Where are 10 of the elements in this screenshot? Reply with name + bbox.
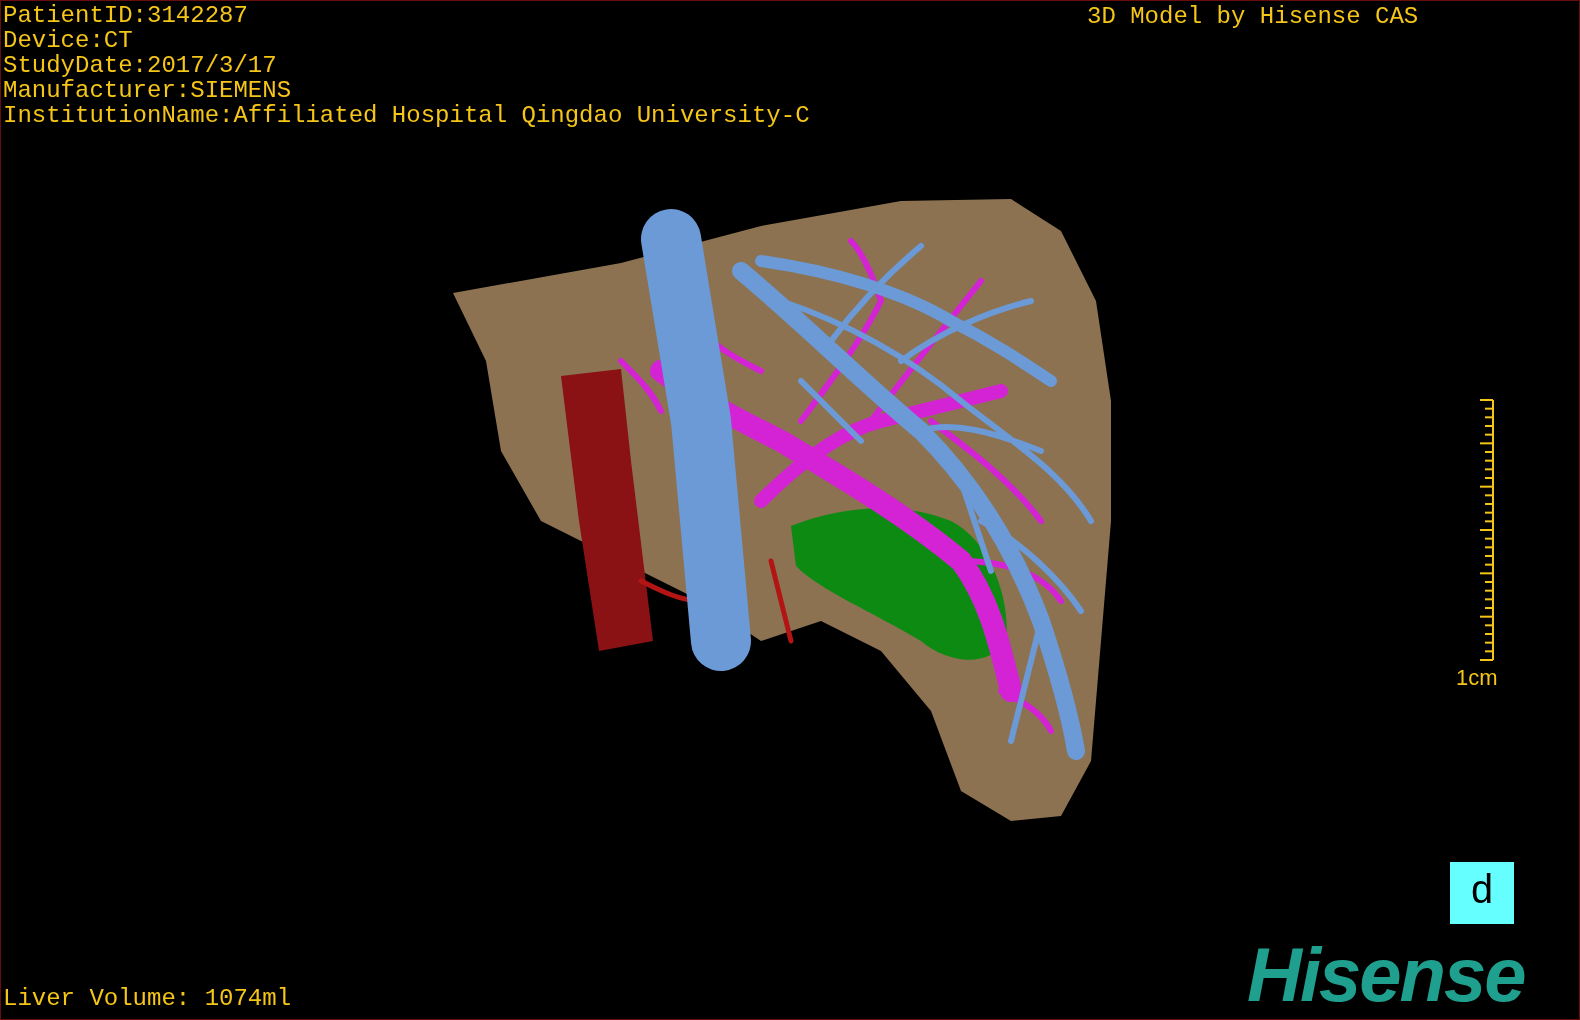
patient-info-line: Device:CT [3,28,133,53]
brand-logo: Hisense [1247,937,1525,1013]
patient-info-line: Manufacturer:SIEMENS [3,78,292,103]
patient-info-line: StudyDate:2017/3/17 [3,53,277,78]
view-button[interactable]: d [1450,862,1514,924]
liver-volume-text: Liver Volume: 1074ml [3,986,292,1011]
scale-label: 1cm [1456,664,1498,692]
patient-info-line: PatientID:3142287 [3,3,248,28]
viewer-title: 3D Model by Hisense CAS [1087,4,1419,29]
patient-info-line: InstitutionName:Affiliated Hospital Qingdao University-C [3,103,810,128]
